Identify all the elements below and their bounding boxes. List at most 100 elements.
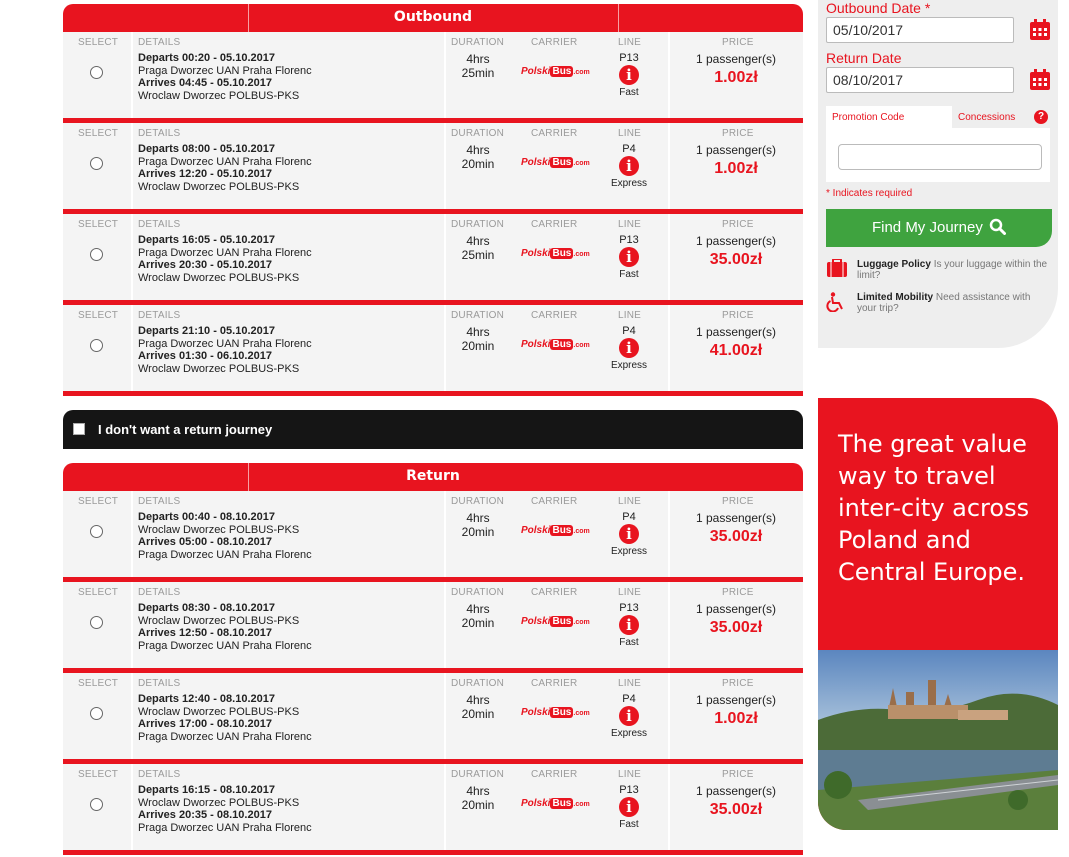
passenger-count: 1 passenger(s) [695, 693, 777, 707]
carrier-name-a: Polski [521, 248, 551, 259]
duration: 4hrs 20min [445, 784, 511, 812]
col-header-carrier: CARRIER [531, 769, 578, 780]
col-header-select: SELECT [78, 37, 119, 48]
journey-row: SELECT DETAILS DURATION CARRIER LINE PRI… [63, 305, 803, 396]
duration-minutes: 20min [461, 616, 495, 630]
carrier-name-b: Bus [550, 707, 574, 718]
col-header-line: LINE [618, 496, 642, 507]
col-header-carrier: CARRIER [531, 496, 578, 507]
col-header-price: PRICE [722, 769, 754, 780]
duration-hours: 4hrs [466, 784, 490, 798]
arrives-text: Arrives 12:50 - 08.10.2017 [138, 627, 272, 639]
carrier-name-a: Polski [521, 707, 551, 718]
tab-concessions[interactable]: Concessions ? [952, 106, 1050, 128]
return-rows: SELECT DETAILS DURATION CARRIER LINE PRI… [63, 491, 803, 855]
origin-station: Wroclaw Dworzec POLBUS-PKS [138, 705, 300, 718]
arrives-text: Arrives 01:30 - 06.10.2017 [138, 350, 272, 362]
journey-details: Departs 00:40 - 08.10.2017 Wroclaw Dworz… [138, 511, 312, 561]
mobility-title: Limited Mobility [857, 292, 934, 303]
column-divider [131, 582, 133, 668]
select-radio[interactable] [90, 798, 103, 811]
return-header: Return [63, 463, 803, 491]
price-cell: 1 passenger(s) 1.00zł [669, 52, 803, 87]
line-type: Express [610, 360, 648, 371]
select-radio[interactable] [90, 248, 103, 261]
carrier-name-a: Polski [521, 616, 551, 627]
carrier-name-c: .com [573, 801, 590, 808]
line-code: P4 [622, 693, 636, 705]
destination-station: Wroclaw Dworzec POLBUS-PKS [138, 89, 300, 102]
no-return-label[interactable]: I don't want a return journey [98, 422, 272, 437]
price-amount: 35.00zł [709, 619, 763, 636]
tab-promotion-code[interactable]: Promotion Code [832, 112, 904, 123]
select-radio[interactable] [90, 616, 103, 629]
duration-minutes: 20min [461, 707, 495, 721]
journey-row: SELECT DETAILS DURATION CARRIER LINE PRI… [63, 582, 803, 673]
col-header-duration: DURATION [451, 496, 505, 507]
destination-station: Wroclaw Dworzec POLBUS-PKS [138, 271, 300, 284]
info-icon[interactable]: i [619, 524, 639, 544]
return-date-input[interactable]: 08/10/2017 [826, 67, 1014, 93]
no-return-bar: I don't want a return journey [63, 410, 803, 449]
journey-row: SELECT DETAILS DURATION CARRIER LINE PRI… [63, 673, 803, 764]
carrier-logo: Polski Bus .com [521, 525, 590, 536]
carrier-logo: Polski Bus .com [521, 798, 590, 809]
journey-details: Departs 21:10 - 05.10.2017 Praga Dworzec… [138, 325, 312, 375]
line-type: Express [610, 178, 648, 189]
no-return-checkbox[interactable] [73, 423, 85, 435]
info-icon[interactable]: i [619, 156, 639, 176]
info-icon[interactable]: i [619, 797, 639, 817]
carrier-name-a: Polski [521, 798, 551, 809]
info-icon[interactable]: i [619, 65, 639, 85]
select-radio[interactable] [90, 525, 103, 538]
info-icon[interactable]: i [619, 338, 639, 358]
calendar-icon[interactable] [1029, 69, 1051, 91]
origin-station: Wroclaw Dworzec POLBUS-PKS [138, 796, 300, 809]
line-type: Fast [619, 819, 639, 830]
duration-hours: 4hrs [466, 693, 490, 707]
col-header-price: PRICE [722, 587, 754, 598]
carrier-name-c: .com [573, 342, 590, 349]
duration-minutes: 20min [461, 798, 495, 812]
duration-minutes: 20min [461, 525, 495, 539]
required-note: * Indicates required [826, 188, 913, 199]
col-header-price: PRICE [722, 219, 754, 230]
select-radio[interactable] [90, 707, 103, 720]
carrier-name-c: .com [573, 251, 590, 258]
promo-banner[interactable]: The great value way to travel inter-city… [818, 398, 1058, 830]
duration: 4hrs 25min [445, 52, 511, 80]
tab-concessions-label: Concessions [958, 112, 1016, 123]
info-icon[interactable]: i [619, 706, 639, 726]
price-cell: 1 passenger(s) 35.00zł [669, 784, 803, 819]
carrier-name-c: .com [573, 160, 590, 167]
passenger-count: 1 passenger(s) [695, 143, 777, 157]
carrier-name-a: Polski [521, 339, 551, 350]
duration-hours: 4hrs [466, 511, 490, 525]
price-amount: 1.00zł [714, 160, 758, 177]
price-cell: 1 passenger(s) 1.00zł [669, 693, 803, 728]
carrier-logo: Polski Bus .com [521, 66, 590, 77]
departs-text: Departs 00:40 - 08.10.2017 [138, 511, 275, 523]
col-header-duration: DURATION [451, 37, 505, 48]
promotion-code-input[interactable] [838, 144, 1042, 170]
select-radio[interactable] [90, 157, 103, 170]
find-journey-button[interactable]: Find My Journey [826, 209, 1052, 247]
line-cell: P4 i Express [603, 693, 655, 739]
wheelchair-icon [826, 292, 843, 312]
select-radio[interactable] [90, 66, 103, 79]
carrier-logo: Polski Bus .com [521, 248, 590, 259]
outbound-date-input[interactable]: 05/10/2017 [826, 17, 1014, 43]
info-icon[interactable]: i [619, 615, 639, 635]
select-radio[interactable] [90, 339, 103, 352]
return-panel: Return SELECT DETAILS DURATION CARRIER L… [63, 463, 803, 855]
carrier-name-c: .com [573, 528, 590, 535]
info-icon[interactable]: i [619, 247, 639, 267]
origin-station: Praga Dworzec UAN Praha Florenc [138, 64, 312, 77]
journey-details: Departs 12:40 - 08.10.2017 Wroclaw Dworz… [138, 693, 312, 743]
col-header-carrier: CARRIER [531, 219, 578, 230]
calendar-icon[interactable] [1029, 19, 1051, 41]
col-header-select: SELECT [78, 587, 119, 598]
destination-station: Wroclaw Dworzec POLBUS-PKS [138, 362, 300, 375]
departs-text: Departs 16:05 - 05.10.2017 [138, 234, 275, 246]
help-icon[interactable]: ? [1034, 110, 1048, 124]
